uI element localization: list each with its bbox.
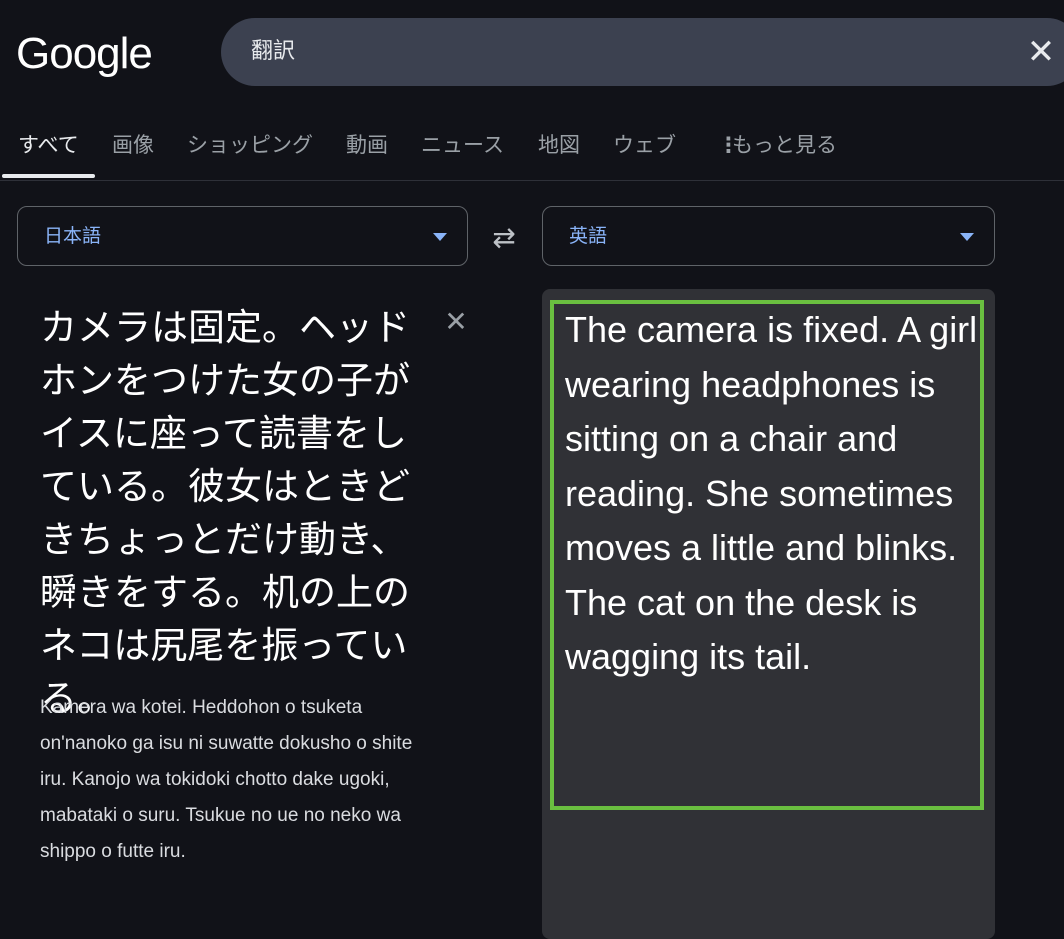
target-language-select[interactable]: 英語 <box>542 206 995 266</box>
swap-icon[interactable]: ⇄ <box>486 220 522 256</box>
tab-videos[interactable]: 動画 <box>346 130 388 160</box>
caret-down-icon <box>960 233 974 241</box>
source-language-select[interactable]: 日本語 <box>17 206 468 266</box>
search-input[interactable]: 翻訳 <box>251 38 295 66</box>
tab-more-label: もっと見る <box>732 133 837 157</box>
close-icon[interactable]: ✕ <box>1021 32 1061 72</box>
search-bar[interactable]: 翻訳 ✕ <box>221 18 1064 86</box>
source-text-input[interactable]: カメラは固定。ヘッドホンをつけた女の子がイスに座って読書をしている。彼女はときど… <box>40 301 440 725</box>
active-tab-indicator <box>2 174 95 178</box>
close-icon[interactable]: ✕ <box>440 306 472 338</box>
tab-all[interactable]: すべて <box>18 130 79 160</box>
highlight-box <box>550 300 984 810</box>
source-language-label: 日本語 <box>44 225 102 247</box>
tab-images[interactable]: 画像 <box>112 130 154 160</box>
romanization-text: Kamera wa kotei. Heddohon o tsuketa on'n… <box>40 697 413 862</box>
tab-shopping[interactable]: ショッピング <box>187 130 313 160</box>
google-logo[interactable]: Google <box>16 28 153 80</box>
tab-maps[interactable]: 地図 <box>538 130 580 160</box>
search-tabs: すべて 画像 ショッピング 動画 ニュース 地図 ウェブ ⋮もっと見る <box>0 120 1064 181</box>
caret-down-icon <box>433 233 447 241</box>
tab-news[interactable]: ニュース <box>421 130 504 160</box>
tab-web[interactable]: ウェブ <box>613 130 676 160</box>
target-language-label: 英語 <box>569 225 608 247</box>
tab-more[interactable]: ⋮もっと見る <box>718 130 837 160</box>
more-vert-icon: ⋮ <box>718 133 739 157</box>
